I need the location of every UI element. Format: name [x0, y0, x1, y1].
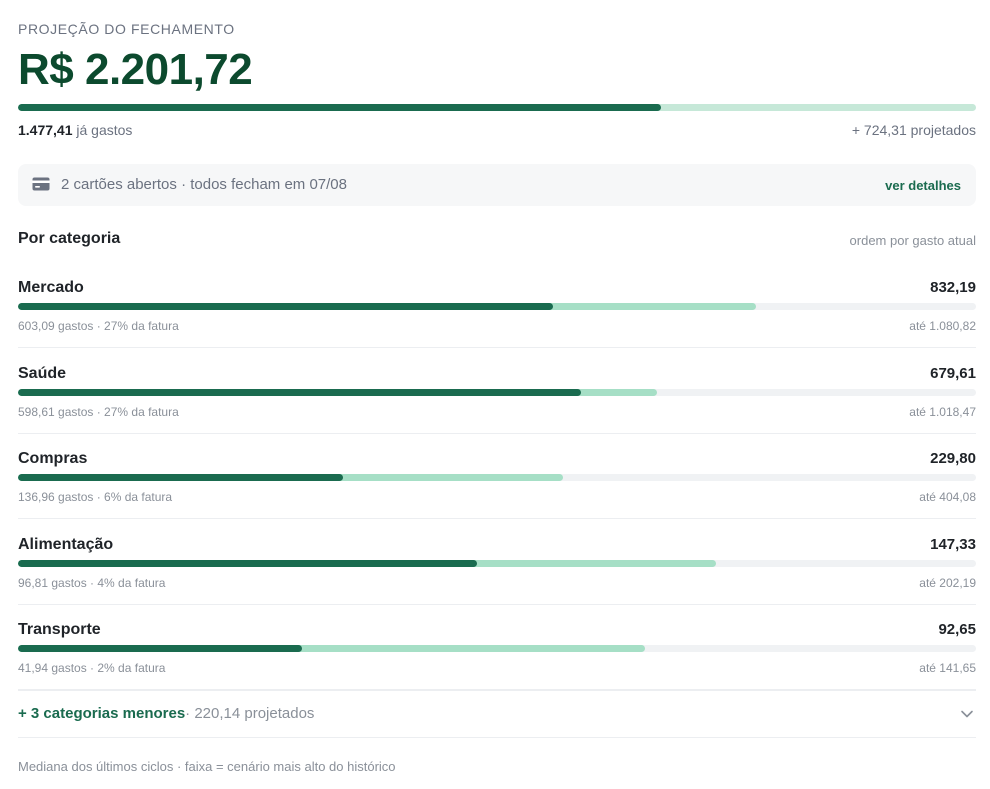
category-spent-summary: 136,96 gastos · 6% da fatura — [18, 490, 173, 504]
divider — [18, 737, 976, 738]
chevron-down-icon[interactable] — [960, 707, 974, 721]
divider — [18, 347, 976, 348]
category-sort-label: ordem por gasto atual — [849, 233, 976, 248]
category-progress-bar — [18, 645, 976, 652]
category-projected-value: 832,19 — [930, 279, 976, 296]
category-spent-fill — [18, 645, 302, 652]
divider — [18, 433, 976, 434]
category-progress-bar — [18, 389, 976, 396]
spent-summary: 1.477,41 já gastos — [18, 122, 132, 138]
category-name: Compras — [18, 450, 88, 467]
minor-categories-projection: · 220,14 projetados — [185, 705, 315, 722]
open-cards-text: 2 cartões abertos · todos fecham em 07/0… — [61, 176, 347, 193]
category-name: Alimentação — [18, 536, 114, 553]
category-spent-summary: 41,94 gastos · 2% da fatura — [18, 661, 166, 675]
category-spent-fill — [18, 474, 343, 481]
minor-categories-toggle[interactable]: + 3 categorias menores· 220,14 projetado… — [18, 705, 976, 727]
view-details-link[interactable]: ver detalhes — [885, 178, 961, 193]
category-projected-value: 679,61 — [930, 365, 976, 382]
category-spent-fill — [18, 560, 477, 567]
projected-summary: + 724,31 projetados — [851, 122, 976, 138]
category-section-title: Por categoria — [18, 230, 121, 247]
category-row: Transporte 92,65 41,94 gastos · 2% da fatu… — [18, 621, 976, 707]
credit-card-icon — [32, 177, 50, 191]
divider — [18, 690, 976, 691]
category-projected-value: 92,65 — [938, 621, 976, 638]
category-upper-bound: até 202,19 — [919, 576, 976, 590]
minor-categories-link[interactable]: + 3 categorias menores· 220,14 projetado… — [18, 705, 314, 722]
projected-total: R$ 2.201,72 — [18, 45, 253, 94]
category-projected-value: 229,80 — [930, 450, 976, 467]
open-cards-banner: 2 cartões abertos · todos fecham em 07/0… — [18, 164, 976, 206]
divider — [18, 518, 976, 519]
category-progress-bar — [18, 303, 976, 310]
category-spent-summary: 598,61 gastos · 27% da fatura — [18, 405, 179, 419]
category-spent-fill — [18, 303, 553, 310]
total-progress-bar — [18, 104, 976, 111]
category-name: Transporte — [18, 621, 101, 638]
category-spent-summary: 603,09 gastos · 27% da fatura — [18, 319, 179, 333]
spent-value: 1.477,41 — [18, 122, 73, 138]
category-spent-fill — [18, 389, 582, 396]
category-spent-summary: 96,81 gastos · 4% da fatura — [18, 576, 166, 590]
divider — [18, 604, 976, 605]
category-upper-bound: até 1.018,47 — [909, 405, 976, 419]
category-name: Saúde — [18, 365, 67, 382]
category-upper-bound: até 1.080,82 — [909, 319, 976, 333]
category-row: Alimentação 147,33 96,81 gastos · 4% da fa… — [18, 536, 976, 622]
panel-eyebrow: PROJEÇÃO DO FECHAMENTO — [18, 21, 235, 37]
category-upper-bound: até 141,65 — [919, 661, 976, 675]
category-upper-bound: até 404,08 — [919, 490, 976, 504]
total-progress-spent — [18, 104, 661, 111]
closing-projection-panel: PROJEÇÃO DO FECHAMENTO R$ 2.201,72 1.477… — [0, 0, 990, 789]
category-projected-value: 147,33 — [930, 536, 976, 553]
category-row: Mercado 832,19 603,09 gastos · 27% da fatu… — [18, 279, 976, 365]
category-name: Mercado — [18, 279, 84, 296]
category-row: Compras 229,80 136,96 gastos · 6% da fatur… — [18, 450, 976, 536]
category-progress-bar — [18, 560, 976, 567]
minor-categories-label: + 3 categorias menores — [18, 705, 186, 722]
category-row: Saúde 679,61 598,61 gastos · 27% da fatura… — [18, 365, 976, 451]
spent-suffix: já gastos — [72, 122, 133, 138]
footnote: Mediana dos últimos ciclos · faixa = cen… — [18, 759, 396, 774]
category-progress-bar — [18, 474, 976, 481]
